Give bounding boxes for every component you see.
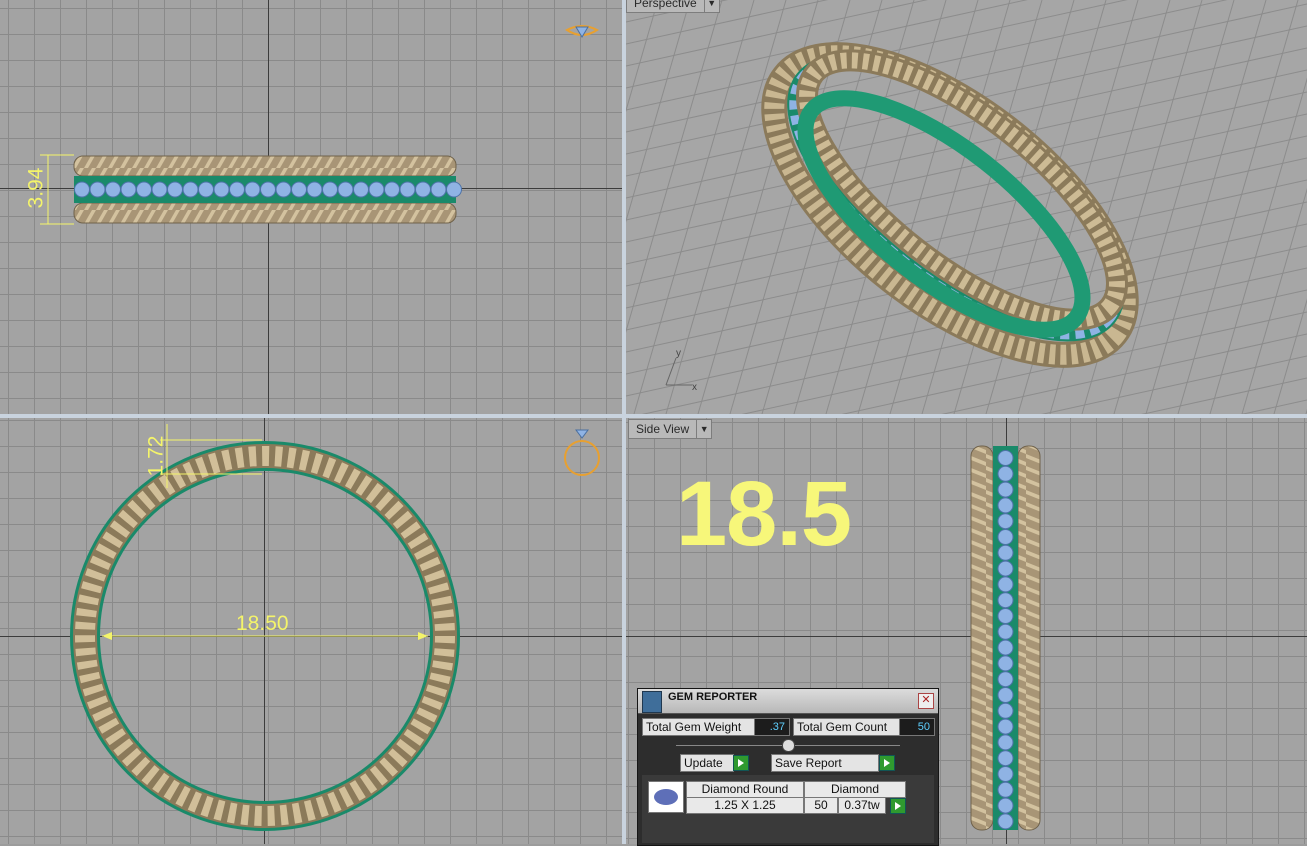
viewport-top[interactable]: 3.94 — [0, 0, 622, 414]
chevron-down-icon[interactable]: ▼ — [703, 0, 719, 12]
total-weight-label: Total Gem Weight — [642, 718, 756, 736]
viewport-perspective[interactable]: y x Perspective ▼ — [626, 0, 1307, 414]
ring-top-view — [40, 25, 599, 225]
gem-reporter-titlebar[interactable]: GEM REPORTER ✕ — [638, 689, 938, 714]
gem-reporter-title: GEM REPORTER — [668, 691, 758, 703]
viewport-title: Side View — [636, 422, 690, 436]
viewport-splitter-vertical[interactable] — [622, 0, 626, 844]
gizmo-y-label: y — [676, 348, 681, 359]
gem-weight-cell: 0.37tw — [838, 797, 886, 814]
gem-shape-cell: Diamond Round — [686, 781, 804, 798]
gem-thumbnail[interactable] — [648, 781, 684, 813]
total-count-field[interactable]: 50 — [899, 718, 935, 736]
gem-list: Diamond Round Diamond 1.25 X 1.25 50 0.3… — [642, 775, 934, 843]
total-count-label: Total Gem Count — [793, 718, 901, 736]
total-weight-field[interactable]: .37 — [754, 718, 790, 736]
ring-size-annotation: 18.5 — [676, 463, 852, 565]
dimension-diameter-label: 18.50 — [236, 612, 289, 635]
gem-material-cell: Diamond — [804, 781, 906, 798]
gem-row-go-icon[interactable] — [890, 798, 906, 814]
viewport-front[interactable]: 18.50 1.72 — [0, 418, 622, 844]
viewport-menu-perspective[interactable]: Perspective ▼ — [626, 0, 720, 13]
viewport-splitter-horizontal[interactable] — [0, 414, 1307, 418]
gem-round-icon — [654, 789, 678, 805]
dimension-thickness-label: 1.72 — [144, 435, 168, 477]
gem-count-cell: 50 — [804, 797, 838, 814]
chevron-down-icon[interactable]: ▼ — [696, 420, 711, 438]
save-report-button[interactable]: Save Report — [771, 754, 879, 772]
viewport-title: Perspective — [634, 0, 697, 10]
perspective-grid — [626, 0, 1307, 414]
update-button[interactable]: Update — [680, 754, 734, 772]
gem-reporter-panel[interactable]: GEM REPORTER ✕ Total Gem Weight .37 Tota… — [637, 688, 939, 846]
gem-size-cell: 1.25 X 1.25 — [686, 797, 804, 814]
close-icon[interactable]: ✕ — [918, 693, 934, 709]
slider-handle[interactable] — [782, 739, 795, 752]
save-report-go-icon[interactable] — [879, 755, 895, 771]
viewport-menu-side[interactable]: Side View ▼ — [628, 419, 713, 439]
update-go-icon[interactable] — [733, 755, 749, 771]
ring-front-view — [70, 424, 600, 831]
gizmo-x-label: x — [692, 382, 697, 393]
gem-reporter-icon — [642, 691, 662, 713]
dimension-width-label: 3.94 — [24, 167, 48, 209]
